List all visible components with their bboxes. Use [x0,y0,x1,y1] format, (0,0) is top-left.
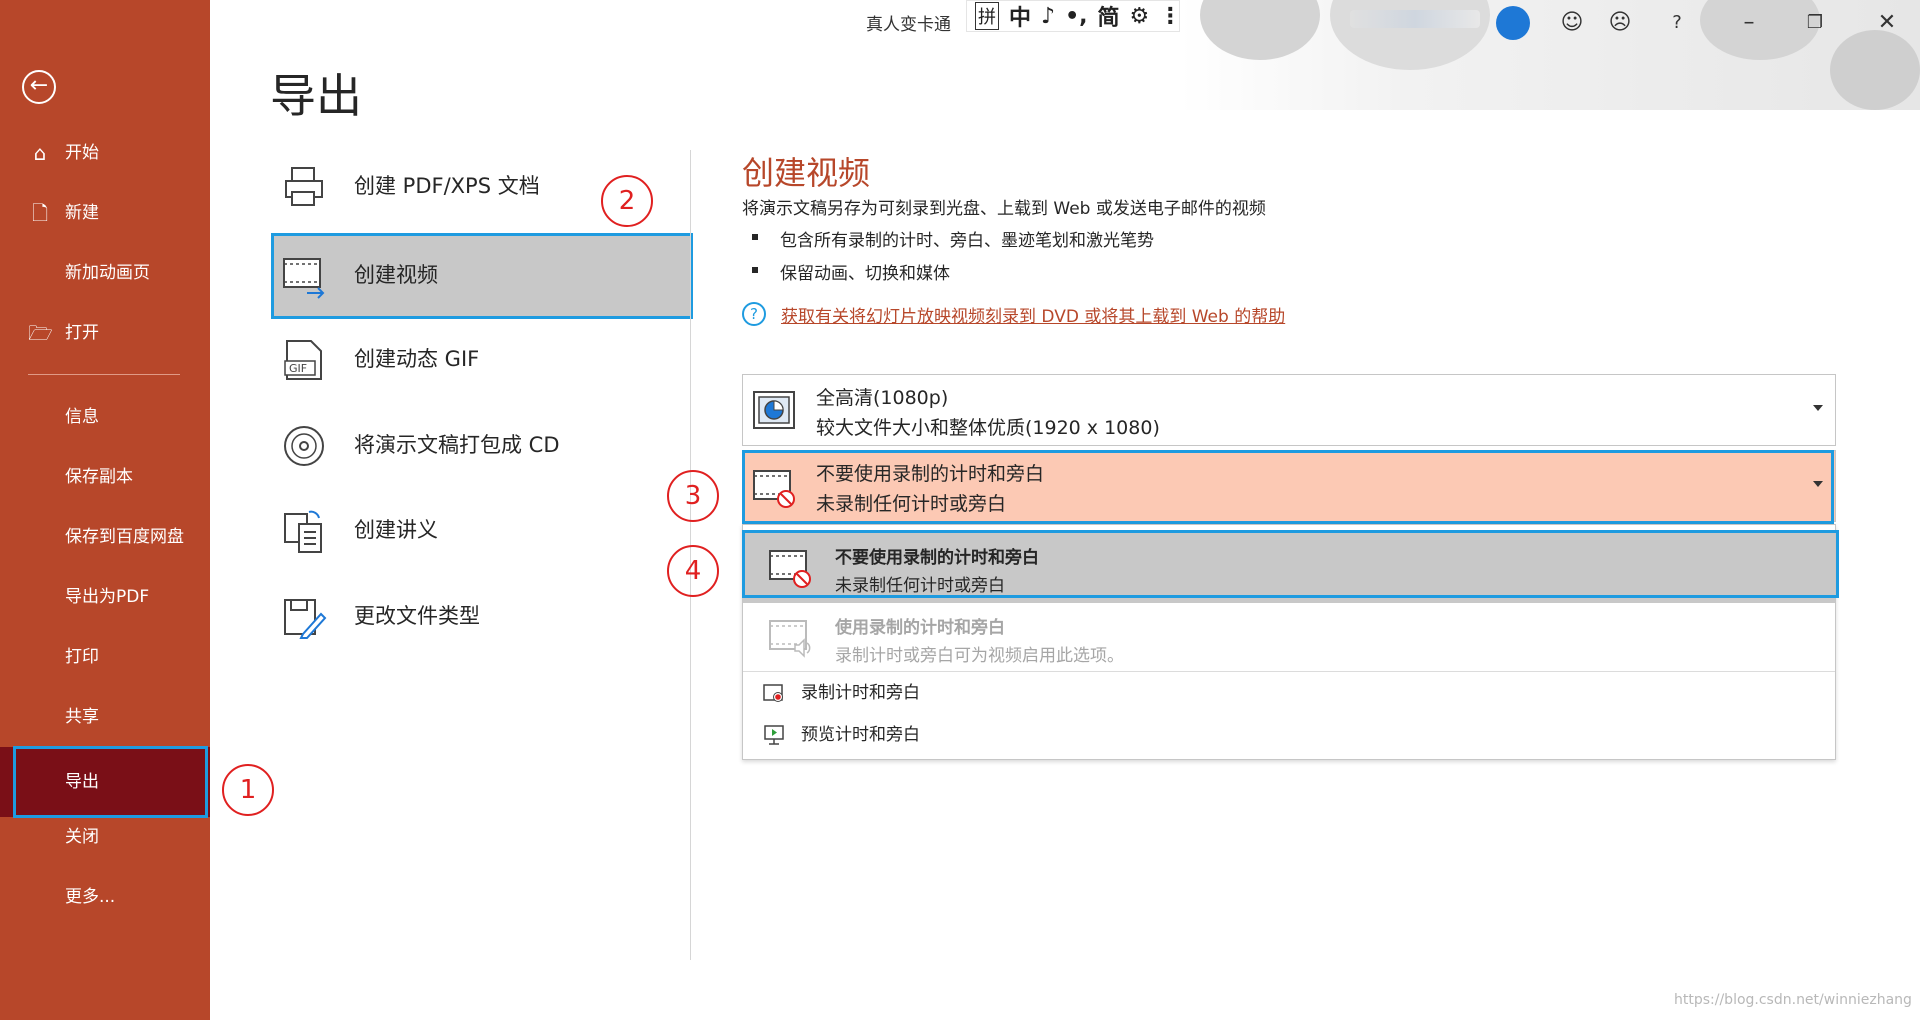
sidebar-item-open[interactable]: 🗁 打开 [0,303,210,363]
sidebar-item-label: 保存到百度网盘 [65,527,184,547]
change-file-type-icon [284,599,327,639]
menu-action-label: 录制计时和旁白 [801,683,920,703]
minimize-icon[interactable]: – [1734,8,1764,38]
back-arrow-icon[interactable]: ← [22,70,56,104]
video-quality-dropdown[interactable]: 全高清(1080p) 较大文件大小和整体优质(1920 x 1080) [742,374,1836,446]
monitor-quality-icon [753,391,795,429]
help-icon[interactable]: ? [1662,8,1692,38]
smile-icon[interactable]: ☺ [1557,8,1587,38]
dropdown-subtitle: 较大文件大小和整体优质(1920 x 1080) [816,417,1160,439]
step-marker-4: 4 [667,545,719,597]
question-circle-icon: ? [742,302,766,326]
narration-speaker-icon [769,620,811,658]
page-title: 导出 [270,69,362,123]
export-option-label: 创建动态 GIF [354,347,480,371]
export-option-gif[interactable]: GIF 创建动态 GIF [271,318,691,400]
step-highlight-outline [271,233,693,319]
ime-moon-icon[interactable]: ♪ [1041,4,1055,29]
chevron-down-icon[interactable] [1813,405,1823,411]
step-highlight-outline [13,746,208,818]
sidebar-item-label: 共享 [65,707,99,727]
export-option-label: 将演示文稿打包成 CD [354,433,560,457]
ime-toolbar[interactable]: 拼 中 ♪ •, 简 ⚙ ⋮ [966,0,1181,32]
cd-icon [284,426,324,466]
restore-icon[interactable]: ❐ [1800,8,1830,38]
ime-pinyin-icon[interactable]: 拼 [975,2,999,30]
watermark: https://blog.csdn.net/winniezhang [1674,992,1912,1008]
sidebar-item-label: 新加动画页 [65,263,150,283]
backstage-sidebar: ← ⌂ 开始 🗋 新建 新加动画页 🗁 打开 信息 保存副本 保存到百度网盘 导… [0,0,210,1020]
ime-menu-icon[interactable]: ⋮ [1159,4,1181,29]
export-option-handout[interactable]: 创建讲义 [271,489,691,571]
sidebar-item-export-pdf[interactable]: 导出为PDF [0,567,210,627]
avatar[interactable] [1496,6,1530,40]
home-icon: ⌂ [33,141,47,165]
handout-icon [284,510,322,553]
sidebar-divider [28,374,180,375]
sidebar-item-new[interactable]: 🗋 新建 [0,183,210,243]
export-option-label: 创建讲义 [354,518,438,542]
feature-bullet: 保留动画、切换和媒体 [752,259,950,284]
menu-divider [743,671,1835,672]
sidebar-item-label: 打印 [65,647,99,667]
open-folder-icon: 🗁 [28,321,53,345]
export-option-change-type[interactable]: 更改文件类型 [271,575,691,657]
cloud-decoration [1200,0,1320,60]
help-link[interactable]: 获取有关将幻灯片放映视频刻录到 DVD 或将其上载到 Web 的帮助 [781,302,1285,327]
sidebar-item-info[interactable]: 信息 [0,387,210,447]
ime-chinese-mode[interactable]: 中 [1009,0,1031,32]
bullet-text: 保留动画、切换和媒体 [780,264,950,284]
sidebar-item-label: 保存副本 [65,467,133,487]
sidebar-item-share[interactable]: 共享 [0,687,210,747]
cloud-decoration [1830,30,1920,110]
gif-icon: GIF [284,340,322,380]
user-name [1350,10,1480,28]
sidebar-item-label: 信息 [65,407,99,427]
sidebar-item-new-animation-page[interactable]: 新加动画页 [0,243,210,303]
section-title: 创建视频 [742,154,871,192]
dropdown-title: 全高清(1080p) [816,387,949,409]
menu-option-title: 使用录制的计时和旁白 [835,618,1005,638]
sidebar-item-label: 导出为PDF [65,587,150,607]
export-option-label: 更改文件类型 [354,604,480,628]
sidebar-item-label: 打开 [65,323,99,343]
step-marker-3: 3 [667,470,719,522]
sidebar-item-save-copy[interactable]: 保存副本 [0,447,210,507]
section-description: 将演示文稿另存为可刻录到光盘、上载到 Web 或发送电子邮件的视频 [742,199,1266,219]
menu-action-label: 预览计时和旁白 [801,725,920,745]
sidebar-item-label: 开始 [65,143,99,163]
export-option-cd[interactable]: 将演示文稿打包成 CD [271,404,691,486]
ime-simplified-mode[interactable]: 简 [1097,0,1119,32]
bullet-text: 包含所有录制的计时、旁白、墨迹笔划和激光笔势 [780,231,1154,251]
feature-bullet: 包含所有录制的计时、旁白、墨迹笔划和激光笔势 [752,226,1154,251]
sidebar-item-label: 更多... [65,887,116,907]
menu-action-record[interactable]: 录制计时和旁白 [743,673,1835,713]
step-highlight-outline [742,450,1834,524]
frown-icon[interactable]: ☹ [1605,8,1635,38]
sidebar-item-home[interactable]: ⌂ 开始 [0,123,210,183]
window-title: 真人变卡通 [866,15,951,35]
svg-text:GIF: GIF [289,362,307,375]
menu-option-subtitle: 录制计时或旁白可为视频启用此选项。 [835,646,1124,666]
sidebar-item-print[interactable]: 打印 [0,627,210,687]
close-icon[interactable]: ✕ [1872,8,1902,38]
ime-settings-icon[interactable]: ⚙ [1130,4,1150,29]
sidebar-item-label: 关闭 [65,827,99,847]
menu-option-use-recording: 使用录制的计时和旁白 录制计时或旁白可为视频启用此选项。 [743,603,1835,673]
menu-action-preview[interactable]: 预览计时和旁白 [743,715,1835,755]
pdf-printer-icon [285,167,323,206]
step-marker-2: 2 [601,175,653,227]
preview-icon [764,725,784,745]
ime-punctuation-icon[interactable]: •, [1065,4,1087,29]
sidebar-item-more[interactable]: 更多... [0,867,210,927]
step-highlight-outline [742,530,1839,598]
step-marker-1: 1 [222,764,274,816]
export-option-label: 创建 PDF/XPS 文档 [354,174,540,198]
sidebar-item-save-baidu[interactable]: 保存到百度网盘 [0,507,210,567]
record-icon [763,684,783,702]
sidebar-item-label: 新建 [65,203,99,223]
new-document-icon: 🗋 [31,201,49,225]
